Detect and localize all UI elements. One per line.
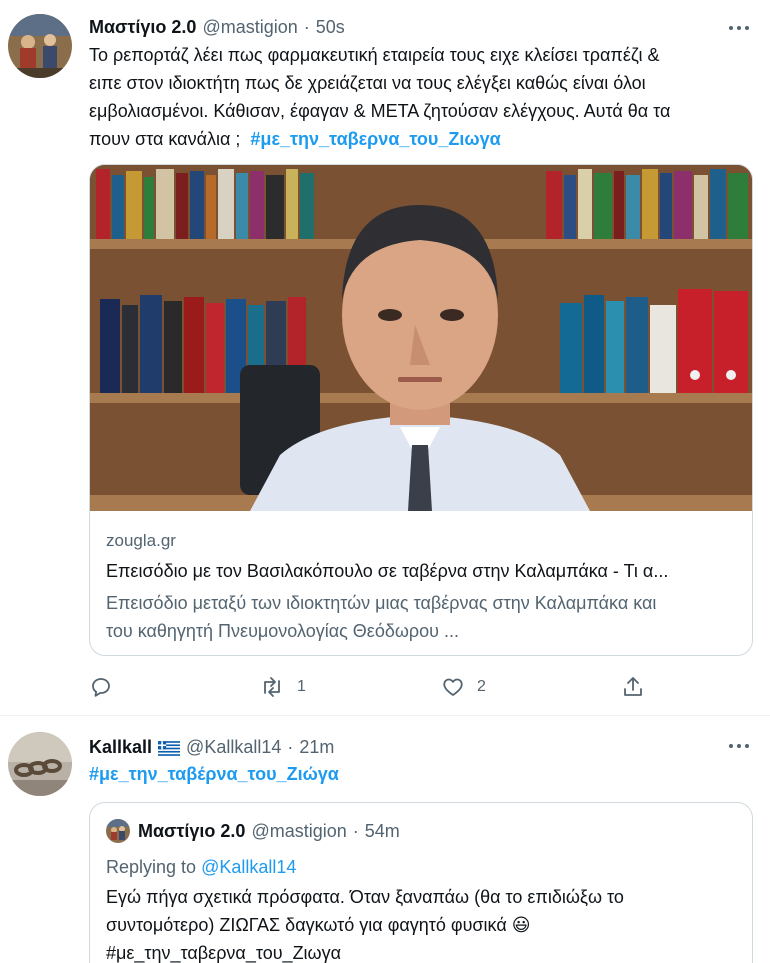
timestamp[interactable]: 50s: [316, 17, 345, 38]
quoted-tweet[interactable]: Μαστίγιο 2.0 @mastigion · 54m Replying t…: [89, 802, 753, 963]
card-description-line: του καθηγητή Πνευμονολογίας Θεόδωρου ...: [106, 621, 459, 641]
card-description: Επεισόδιο μεταξύ των ιδιοκτητών μιας ταβ…: [106, 589, 736, 645]
smiley-emoji-icon: 😃: [511, 915, 531, 935]
quoted-tweet-text: Εγώ πήγα σχετικά πρόσφατα. Όταν ξαναπάω …: [106, 883, 746, 963]
tweet-text-segment: πουν στα κανάλια ;: [89, 129, 241, 149]
user-handle[interactable]: @Kallkall14: [186, 737, 281, 758]
card-domain: zougla.gr: [106, 531, 176, 550]
user-handle[interactable]: @mastigion: [202, 17, 297, 38]
separator-dot: ·: [352, 820, 359, 841]
tweet-text-line: εμβολιασμένοι. Κάθισαν, έφαγαν & ΜΕΤΑ ζη…: [89, 101, 671, 121]
share-icon: [621, 675, 645, 699]
tweet-text-line: συντομότερο) ΖΙΩΓΑΣ δαγκωτό για φαγητό φ…: [106, 911, 746, 939]
display-name[interactable]: Kallkall: [89, 737, 152, 758]
display-name[interactable]: Μαστίγιο 2.0: [89, 17, 196, 38]
mention-link[interactable]: @Kallkall14: [201, 857, 296, 877]
tweet-text-line: Το ρεπορτάζ λέει πως φαρμακευτική εταιρε…: [89, 45, 660, 65]
tweet-text-line: Εγώ πήγα σχετικά πρόσφατα. Όταν ξαναπάω …: [106, 887, 624, 907]
tweet-kallkall[interactable]: Kallkall @Kallkall14 · 21m #με_την_ταβέρ…: [0, 716, 770, 963]
retweet-icon: [259, 675, 285, 699]
like-button[interactable]: 2: [441, 672, 486, 702]
heart-icon: [441, 675, 465, 699]
tweet-text-segment: συντομότερο) ΖΙΩΓΑΣ δαγκωτό για φαγητό φ…: [106, 915, 507, 935]
reply-button[interactable]: [89, 672, 125, 702]
replying-to: Replying to @Kallkall14: [106, 857, 296, 878]
hashtag-link[interactable]: #με_την_ταβέρνα_του_Ζιώγα: [89, 764, 339, 784]
separator-dot: ·: [303, 16, 310, 37]
tweet-text-line: ειπε στον ιδιοκτήτη πως δε χρειάζεται να…: [89, 73, 646, 93]
tweet-mastigion[interactable]: Μαστίγιο 2.0 @mastigion · 50s Το ρεπορτά…: [0, 0, 770, 716]
greece-flag-icon: [158, 740, 181, 756]
avatar[interactable]: [8, 14, 72, 78]
replying-to-prefix: Replying to: [106, 857, 197, 877]
retweet-button[interactable]: 1: [259, 672, 306, 702]
tweet-text-line: #με_την_ταβερνα_του_Ζιωγα: [106, 943, 342, 963]
hashtag-link[interactable]: #με_την_ταβερνα_του_Ζιωγα: [250, 129, 500, 149]
display-name: Μαστίγιο 2.0: [138, 820, 246, 841]
timestamp[interactable]: 21m: [299, 737, 334, 758]
tweet-text: #με_την_ταβέρνα_του_Ζιώγα: [89, 760, 339, 788]
user-handle: @mastigion: [251, 820, 347, 841]
more-options-icon[interactable]: [726, 735, 752, 757]
more-options-icon[interactable]: [726, 17, 752, 39]
reply-icon: [89, 675, 113, 699]
card-image[interactable]: [90, 165, 752, 511]
like-count: 2: [477, 678, 486, 695]
card-title: Επεισόδιο με τον Βασιλακόπουλο σε ταβέρν…: [106, 561, 669, 581]
tweet-text-line: πουν στα κανάλια ; #με_την_ταβερνα_του_Ζ…: [89, 125, 759, 153]
retweet-count: 1: [297, 678, 306, 695]
avatar[interactable]: [106, 819, 130, 843]
avatar[interactable]: [8, 732, 72, 796]
link-preview-card[interactable]: zougla.gr Επεισόδιο με τον Βασιλακόπουλο…: [89, 164, 753, 656]
timestamp: 54m: [364, 820, 400, 841]
tweet-actions: 1 2: [89, 672, 689, 702]
separator-dot: ·: [287, 736, 294, 757]
tweet-text: Το ρεπορτάζ λέει πως φαρμακευτική εταιρε…: [89, 41, 759, 153]
share-button[interactable]: [621, 672, 645, 702]
card-description-line: Επεισόδιο μεταξύ των ιδιοκτητών μιας ταβ…: [106, 593, 657, 613]
